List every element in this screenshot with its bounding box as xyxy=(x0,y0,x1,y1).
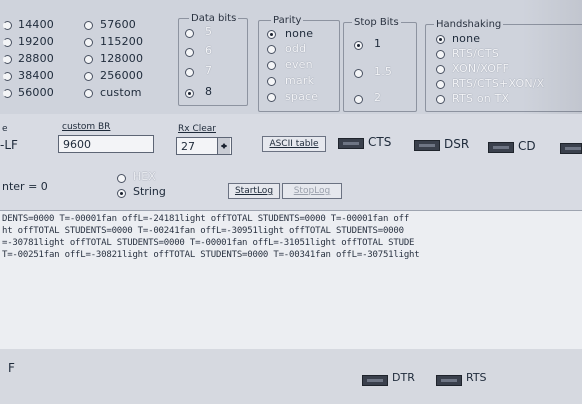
cd-indicator xyxy=(488,142,514,153)
handshaking-radio-rts-cts[interactable] xyxy=(436,50,445,59)
stop-bits-label: 1 xyxy=(374,37,382,50)
terminal-line: =-30781light offTOTAL STUDENTS=0000 T=-0… xyxy=(2,238,415,248)
data-bits-radio-8[interactable] xyxy=(185,89,194,98)
baud-radio-115200[interactable] xyxy=(84,38,93,47)
terminal-line: ht offTOTAL STUDENTS=0000 T=-00241fan of… xyxy=(2,226,404,236)
transmit-left-label: F xyxy=(8,361,15,375)
hex-radio[interactable] xyxy=(117,174,126,183)
ri-indicator xyxy=(560,143,582,154)
dsr-indicator xyxy=(414,140,440,151)
baud-label: 38400 xyxy=(18,69,54,82)
custom-br-label: custom BR xyxy=(62,122,111,132)
parity-radio-space[interactable] xyxy=(267,93,276,102)
settings-left-label: -LF xyxy=(0,138,18,152)
dtr-label: DTR xyxy=(392,371,415,384)
parity-radio-even[interactable] xyxy=(267,61,276,70)
data-bits-label: 7 xyxy=(205,64,213,77)
parity-radio-odd[interactable] xyxy=(267,45,276,54)
baud-radio-custom[interactable] xyxy=(84,89,93,98)
stop-bits-label: 1.5 xyxy=(374,65,393,78)
baud-radio-19200[interactable] xyxy=(3,38,12,47)
baud-label: 128000 xyxy=(100,52,144,65)
terminal-line: DENTS=0000 T=-00001fan offL=-24181light … xyxy=(2,214,410,224)
stop-bits-radio-2[interactable] xyxy=(354,95,363,104)
parity-title: Parity xyxy=(271,15,304,26)
custom-br-input[interactable]: 9600 xyxy=(58,135,154,153)
stop-bits-radio-1-5[interactable] xyxy=(354,69,363,78)
parity-label: odd xyxy=(285,42,307,55)
data-bits-label: 6 xyxy=(205,44,213,57)
data-bits-radio-6[interactable] xyxy=(185,48,194,57)
transmit-panel: F DTR RTS xyxy=(0,349,582,404)
stop-bits-label: 2 xyxy=(374,91,382,104)
parity-label: none xyxy=(285,27,314,40)
rts-label: RTS xyxy=(466,371,487,384)
stop-bits-group: Stop Bits 1 1.5 2 xyxy=(343,17,417,112)
stop-bits-radio-1[interactable] xyxy=(354,41,363,50)
rx-clear-label: Rx Clear xyxy=(178,124,216,134)
handshaking-label: none xyxy=(452,32,481,45)
data-bits-title: Data bits xyxy=(189,13,239,24)
data-bits-label: 5 xyxy=(205,25,213,38)
string-radio[interactable] xyxy=(117,189,126,198)
handshaking-radio-rts-cts-xon[interactable] xyxy=(436,80,445,89)
stop-log-button[interactable]: StopLog xyxy=(282,183,342,199)
parity-label: mark xyxy=(285,74,315,87)
baud-radio-28800[interactable] xyxy=(3,55,12,64)
rts-indicator[interactable] xyxy=(436,375,462,386)
settings-left-caption: e xyxy=(2,124,8,134)
handshaking-label: RTS/CTS xyxy=(452,47,500,60)
glare-overlay xyxy=(522,0,582,114)
baud-label: custom xyxy=(100,86,142,99)
baud-radio-56000[interactable] xyxy=(3,89,12,98)
rx-counter: nter = 0 xyxy=(2,180,48,193)
parity-radio-none[interactable] xyxy=(267,30,276,39)
baud-radio-38400[interactable] xyxy=(3,72,12,81)
baud-label: 14400 xyxy=(18,18,54,31)
parity-label: space xyxy=(285,90,319,103)
handshaking-radio-rts-on-tx[interactable] xyxy=(436,95,445,104)
handshaking-radio-xon-xoff[interactable] xyxy=(436,65,445,74)
data-bits-radio-7[interactable] xyxy=(185,68,194,77)
rx-clear-spinner[interactable] xyxy=(217,138,230,154)
baud-radio-14400[interactable] xyxy=(3,21,12,30)
data-bits-radio-5[interactable] xyxy=(185,29,194,38)
data-bits-group: Data bits 5 6 7 8 xyxy=(178,13,248,106)
baud-radio-128000[interactable] xyxy=(84,55,93,64)
hex-label: HEX xyxy=(133,170,156,183)
parity-label: even xyxy=(285,58,313,71)
dsr-label: DSR xyxy=(444,137,470,151)
dtr-indicator[interactable] xyxy=(362,375,388,386)
stop-bits-title: Stop Bits xyxy=(352,17,401,28)
baud-label: 256000 xyxy=(100,69,144,82)
cd-label: CD xyxy=(518,139,536,153)
baud-radio-256000[interactable] xyxy=(84,72,93,81)
parity-radio-mark[interactable] xyxy=(267,77,276,86)
baud-label: 115200 xyxy=(100,35,144,48)
baud-radio-57600[interactable] xyxy=(84,21,93,30)
parity-group: Parity none odd even mark space xyxy=(258,15,340,112)
baud-label: 19200 xyxy=(18,35,54,48)
receive-terminal[interactable]: DENTS=0000 T=-00001fan offL=-24181light … xyxy=(0,210,582,350)
baud-label: 56000 xyxy=(18,86,54,99)
ascii-table-button[interactable]: ASCII table xyxy=(262,136,326,152)
baud-label: 57600 xyxy=(100,18,136,31)
handshaking-radio-none[interactable] xyxy=(436,35,445,44)
cts-indicator xyxy=(338,138,364,149)
baud-label: 28800 xyxy=(18,52,54,65)
data-bits-label: 8 xyxy=(205,85,213,98)
terminal-line: T=-00251fan offL=-30821light offTOTAL ST… xyxy=(2,250,420,260)
handshaking-label: RTS on TX xyxy=(452,92,510,105)
cts-label: CTS xyxy=(368,135,392,149)
handshaking-label: XON/XOFF xyxy=(452,62,510,75)
handshaking-title: Handshaking xyxy=(434,19,504,30)
start-log-button[interactable]: StartLog xyxy=(228,183,280,199)
string-label: String xyxy=(133,185,166,198)
